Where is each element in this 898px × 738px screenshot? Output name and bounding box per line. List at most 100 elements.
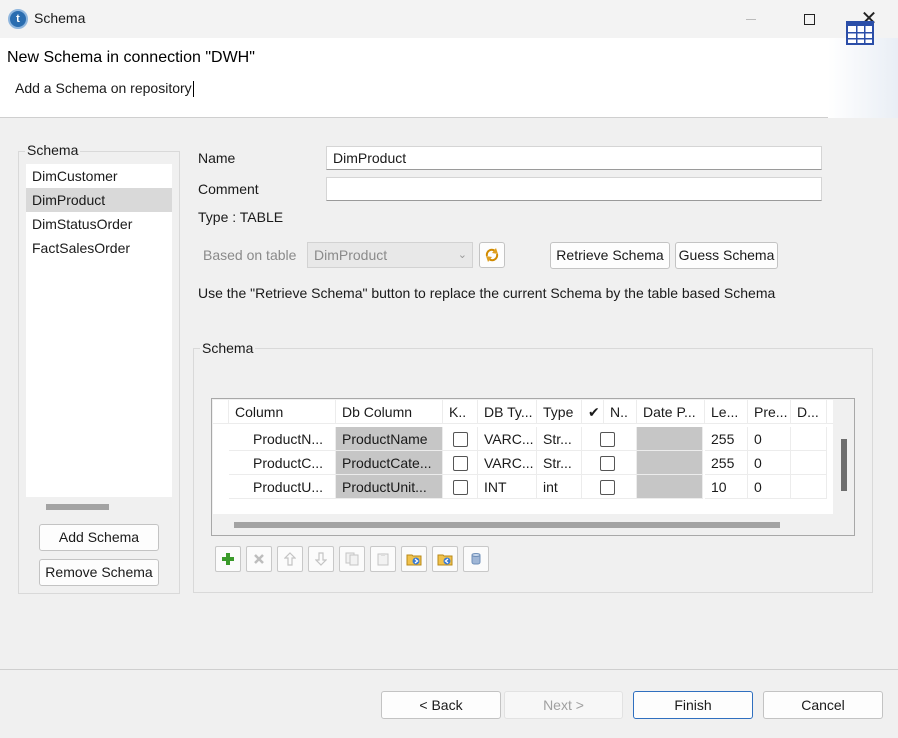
database-icon bbox=[471, 553, 481, 565]
finish-button[interactable]: Finish bbox=[633, 691, 753, 719]
schema-list-scrollbar[interactable] bbox=[46, 504, 109, 510]
cell-nullable[interactable] bbox=[582, 475, 637, 499]
based-on-table-value: DimProduct bbox=[314, 247, 388, 263]
cancel-button[interactable]: Cancel bbox=[763, 691, 883, 719]
schema-list-item[interactable]: DimCustomer bbox=[26, 164, 172, 188]
move-down-icon bbox=[315, 552, 327, 566]
table-vertical-scrollbar[interactable] bbox=[841, 439, 847, 491]
add-row-button[interactable] bbox=[215, 546, 241, 572]
based-on-table-select: DimProduct ⌄ bbox=[307, 242, 473, 268]
cell-default[interactable] bbox=[791, 475, 827, 499]
schema-table: Column Db Column K.. DB Ty... Type ✔ N..… bbox=[211, 398, 855, 536]
column-header[interactable]: D... bbox=[791, 400, 827, 424]
cell-nullable[interactable] bbox=[582, 451, 637, 475]
cell-db-column[interactable]: ProductName bbox=[336, 427, 443, 451]
schema-list-item[interactable]: DimStatusOrder bbox=[26, 212, 172, 236]
column-header-checkbox[interactable]: ✔ bbox=[582, 400, 604, 424]
text-caret bbox=[192, 81, 194, 98]
next-button[interactable]: Next > bbox=[504, 691, 623, 719]
schema-columns-group-label: Schema bbox=[200, 340, 256, 356]
cell-column[interactable]: ProductN... bbox=[229, 427, 336, 451]
remove-schema-button[interactable]: Remove Schema bbox=[39, 559, 159, 586]
retrieve-schema-button[interactable]: Retrieve Schema bbox=[550, 242, 670, 269]
cell-default[interactable] bbox=[791, 427, 827, 451]
column-header[interactable]: Pre... bbox=[748, 400, 791, 424]
column-header[interactable]: Le... bbox=[705, 400, 748, 424]
column-header[interactable]: K.. bbox=[443, 400, 478, 424]
schema-list: DimCustomer DimProduct DimStatusOrder Fa… bbox=[26, 164, 172, 497]
nullable-checkbox[interactable] bbox=[600, 455, 615, 471]
cell-type[interactable]: Str... bbox=[537, 427, 582, 451]
name-input[interactable]: DimProduct bbox=[326, 146, 822, 170]
cell-precision[interactable]: 0 bbox=[748, 427, 791, 451]
based-on-table-label: Based on table bbox=[203, 247, 297, 263]
cell-nullable[interactable] bbox=[582, 427, 637, 451]
cell-precision[interactable]: 0 bbox=[748, 475, 791, 499]
export-button[interactable] bbox=[432, 546, 458, 572]
key-checkbox[interactable] bbox=[453, 431, 468, 447]
schema-list-item-selected[interactable]: DimProduct bbox=[26, 188, 172, 212]
cell-date-pattern[interactable] bbox=[637, 451, 703, 475]
column-header[interactable] bbox=[827, 400, 833, 424]
table-row[interactable]: ProductC... ProductCate... VARC... Str..… bbox=[213, 451, 833, 475]
cell-type[interactable]: int bbox=[537, 475, 582, 499]
cell-key[interactable] bbox=[443, 427, 478, 451]
nullable-checkbox[interactable] bbox=[600, 431, 615, 447]
schema-list-item[interactable]: FactSalesOrder bbox=[26, 236, 172, 260]
table-horizontal-scrollbar[interactable] bbox=[234, 522, 780, 528]
cell-db-type[interactable]: INT bbox=[478, 475, 537, 499]
refresh-icon bbox=[485, 248, 499, 262]
column-header[interactable]: Date P... bbox=[637, 400, 705, 424]
column-header[interactable]: Type bbox=[537, 400, 582, 424]
cell-column[interactable]: ProductC... bbox=[229, 451, 336, 475]
type-label: Type : TABLE bbox=[198, 209, 284, 225]
cell-db-column[interactable]: ProductUnit... bbox=[336, 475, 443, 499]
refresh-button[interactable] bbox=[479, 242, 505, 268]
cell-length[interactable]: 255 bbox=[705, 451, 748, 475]
column-header[interactable]: DB Ty... bbox=[478, 400, 537, 424]
cell-precision[interactable]: 0 bbox=[748, 451, 791, 475]
cell-date-pattern[interactable] bbox=[637, 475, 703, 499]
column-header[interactable]: Column bbox=[229, 400, 336, 424]
back-button[interactable]: < Back bbox=[381, 691, 501, 719]
comment-input[interactable] bbox=[326, 177, 822, 201]
column-header[interactable]: Db Column bbox=[336, 400, 443, 424]
guess-schema-button[interactable]: Guess Schema bbox=[675, 242, 778, 269]
cell-default[interactable] bbox=[791, 451, 827, 475]
key-checkbox[interactable] bbox=[453, 455, 468, 471]
table-row[interactable]: ProductN... ProductName VARC... Str... 2… bbox=[213, 427, 833, 451]
paste-button[interactable] bbox=[370, 546, 396, 572]
cell-key[interactable] bbox=[443, 451, 478, 475]
cell-date-pattern[interactable] bbox=[637, 427, 703, 451]
cell-key[interactable] bbox=[443, 475, 478, 499]
import-button[interactable] bbox=[401, 546, 427, 572]
maximize-button[interactable] bbox=[780, 0, 838, 38]
key-checkbox[interactable] bbox=[453, 479, 468, 495]
move-up-button[interactable] bbox=[277, 546, 303, 572]
import-icon bbox=[406, 554, 422, 566]
cell-length[interactable]: 10 bbox=[705, 475, 748, 499]
cell-db-type[interactable]: VARC... bbox=[478, 451, 537, 475]
add-schema-button[interactable]: Add Schema bbox=[39, 524, 159, 551]
nullable-checkbox[interactable] bbox=[600, 479, 615, 495]
cell-type[interactable]: Str... bbox=[537, 451, 582, 475]
paste-icon bbox=[377, 553, 389, 566]
retrieve-info-text: Use the "Retrieve Schema" button to repl… bbox=[198, 285, 776, 301]
footer-separator bbox=[0, 669, 898, 670]
cell-length[interactable]: 255 bbox=[705, 427, 748, 451]
copy-button[interactable] bbox=[339, 546, 365, 572]
table-header-row: Column Db Column K.. DB Ty... Type ✔ N..… bbox=[213, 400, 833, 424]
remove-row-icon bbox=[254, 554, 264, 564]
move-up-icon bbox=[284, 552, 296, 566]
column-header[interactable]: N.. bbox=[604, 400, 637, 424]
cell-column[interactable]: ProductU... bbox=[229, 475, 336, 499]
database-button[interactable] bbox=[463, 546, 489, 572]
cell-db-column[interactable]: ProductCate... bbox=[336, 451, 443, 475]
cell-db-type[interactable]: VARC... bbox=[478, 427, 537, 451]
remove-row-button[interactable] bbox=[246, 546, 272, 572]
minimize-button[interactable] bbox=[722, 0, 780, 38]
schema-table-body: Column Db Column K.. DB Ty... Type ✔ N..… bbox=[213, 400, 833, 514]
move-down-button[interactable] bbox=[308, 546, 334, 572]
minimize-icon bbox=[746, 18, 756, 20]
table-row[interactable]: ProductU... ProductUnit... INT int 10 0 bbox=[213, 475, 833, 499]
